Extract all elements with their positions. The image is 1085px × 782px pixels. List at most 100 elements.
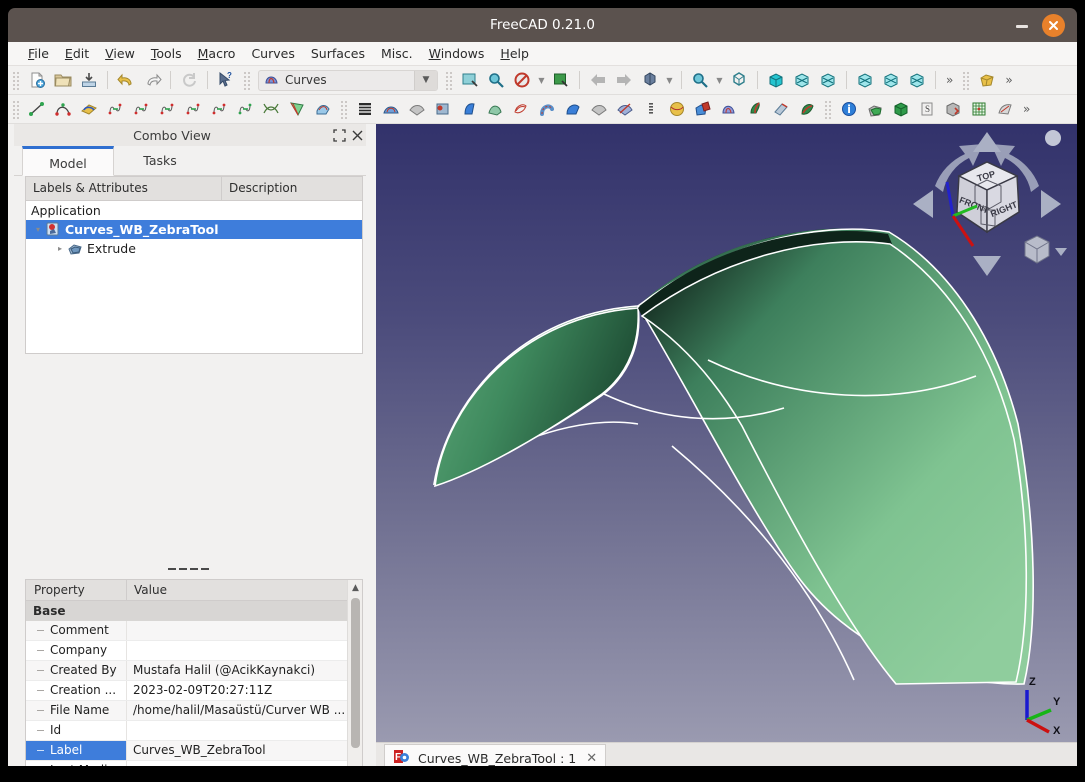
workbench-selector[interactable]: Curves ▼ [258, 69, 438, 91]
std-view-fit-all-icon[interactable] [457, 68, 483, 93]
nav-back-icon[interactable] [585, 68, 611, 93]
toolbar-overflow-1b[interactable]: » [1000, 73, 1017, 87]
menu-view[interactable]: View [97, 43, 143, 64]
std-view-fit-selection-icon[interactable] [483, 68, 509, 93]
property-row-last-modified-by[interactable]: Last Modi... [26, 761, 362, 766]
std-view-axonometric-icon[interactable] [637, 68, 663, 93]
approximate-icon[interactable] [180, 97, 206, 122]
property-value[interactable] [127, 641, 362, 660]
property-row-creation-date[interactable]: Creation ... 2023-02-09T20:27:11Z [26, 681, 362, 701]
open-document-icon[interactable] [50, 68, 76, 93]
discretize-icon[interactable] [154, 97, 180, 122]
zebra-tool-icon[interactable] [284, 97, 310, 122]
toolbar-grip[interactable] [824, 99, 833, 119]
shell-icon[interactable] [586, 97, 612, 122]
sphere-icon[interactable] [664, 97, 690, 122]
property-value[interactable]: /home/halil/Masaüstü/Curver WB ... [127, 701, 362, 720]
property-scrollbar[interactable]: ▲ ▼ [347, 580, 362, 766]
clipboard-icon[interactable]: S [914, 97, 940, 122]
view-right-icon[interactable] [815, 68, 841, 93]
property-value[interactable] [127, 761, 362, 766]
interpolate-icon[interactable] [206, 97, 232, 122]
property-value[interactable] [127, 721, 362, 740]
property-row-created-by[interactable]: Created By Mustafa Halil (@AcikKaynakci) [26, 661, 362, 681]
zoom-dropdown[interactable]: ▼ [713, 68, 726, 93]
menu-surfaces[interactable]: Surfaces [303, 43, 373, 64]
toolbar-overflow-2[interactable]: » [1018, 102, 1035, 116]
tree-item-extrude[interactable]: ▸ Extrude [26, 239, 362, 258]
whats-this-icon[interactable]: ? [213, 68, 239, 93]
grid-icon[interactable] [966, 97, 992, 122]
view-rear-icon[interactable] [852, 68, 878, 93]
draw-style-dropdown[interactable]: ▼ [535, 68, 548, 93]
tab-model[interactable]: Model [22, 146, 114, 176]
undo-icon[interactable] [113, 68, 139, 93]
property-value[interactable]: Mustafa Halil (@AcikKaynakci) [127, 661, 362, 680]
property-row-label[interactable]: Label Curves_WB_ZebraTool [26, 741, 362, 761]
view-front-icon[interactable] [763, 68, 789, 93]
toolbar-grip[interactable] [243, 70, 252, 90]
property-row-company[interactable]: Company [26, 641, 362, 661]
scrollbar-thumb[interactable] [351, 598, 360, 748]
toolbar-grip[interactable] [12, 70, 21, 90]
zebra-stripe-icon[interactable] [794, 97, 820, 122]
part-box-icon[interactable] [974, 68, 1000, 93]
toolbar-grip[interactable] [445, 70, 454, 90]
close-icon[interactable] [348, 126, 366, 144]
join-curve-icon[interactable] [102, 97, 128, 122]
zoom-icon[interactable] [687, 68, 713, 93]
curves-misc-icon[interactable] [716, 97, 742, 122]
line-icon[interactable] [24, 97, 50, 122]
std-view-box-zoom-icon[interactable] [548, 68, 574, 93]
blend-surface-icon[interactable] [560, 97, 586, 122]
menu-misc[interactable]: Misc. [373, 43, 421, 64]
export-icon[interactable] [940, 97, 966, 122]
menu-edit[interactable]: Edit [57, 43, 97, 64]
boolean-icon[interactable] [690, 97, 716, 122]
save-document-icon[interactable] [76, 68, 102, 93]
close-icon[interactable]: ✕ [586, 751, 597, 766]
paint-icon[interactable] [742, 97, 768, 122]
toolbar-grip[interactable] [12, 99, 21, 119]
close-icon[interactable] [1042, 14, 1065, 37]
info-icon[interactable] [836, 97, 862, 122]
menu-macro[interactable]: Macro [190, 43, 244, 64]
flatten-face-icon[interactable] [404, 97, 430, 122]
gordon-surface-icon[interactable] [508, 97, 534, 122]
menu-windows[interactable]: Windows [421, 43, 493, 64]
chevron-down-icon[interactable]: ▼ [414, 70, 437, 90]
split-curve-icon[interactable] [128, 97, 154, 122]
document-tab[interactable]: F Curves_WB_ZebraTool : 1 ✕ [384, 744, 607, 766]
menu-curves[interactable]: Curves [243, 43, 302, 64]
parametric-blend-icon[interactable] [232, 97, 258, 122]
axonometric-dropdown[interactable]: ▼ [663, 68, 676, 93]
tree-item-application[interactable]: Application [26, 201, 362, 220]
redo-icon[interactable] [139, 68, 165, 93]
menu-file[interactable]: File [20, 43, 57, 64]
view-top-icon[interactable] [789, 68, 815, 93]
view-bottom-icon[interactable] [878, 68, 904, 93]
menu-help[interactable]: Help [492, 43, 537, 64]
menu-tools[interactable]: Tools [143, 43, 190, 64]
comb-plot-icon[interactable] [258, 97, 284, 122]
cut-surface-icon[interactable] [612, 97, 638, 122]
toolbar-grip[interactable] [962, 70, 972, 90]
minimize-icon[interactable] [1015, 19, 1029, 31]
twisty-expanded-icon[interactable]: ▾ [31, 223, 45, 237]
pipeshell-icon[interactable] [482, 97, 508, 122]
view-left-icon[interactable] [904, 68, 930, 93]
3d-viewport[interactable]: TOP FRONT RIGHT Z Y X [376, 124, 1077, 742]
sequence-icon[interactable] [638, 97, 664, 122]
property-row-file-name[interactable]: File Name /home/halil/Masaüstü/Curver WB… [26, 701, 362, 721]
std-view-isometric-icon[interactable] [726, 68, 752, 93]
sketch-on-surface-icon[interactable] [378, 97, 404, 122]
property-value[interactable]: Curves_WB_ZebraTool [127, 741, 362, 760]
mesh-icon[interactable] [992, 97, 1018, 122]
panel-splitter[interactable] [168, 559, 214, 570]
eraser-icon[interactable] [768, 97, 794, 122]
sublink-icon[interactable] [310, 97, 336, 122]
refresh-icon[interactable] [176, 68, 202, 93]
extrude-icon[interactable] [862, 97, 888, 122]
property-row-comment[interactable]: Comment [26, 621, 362, 641]
solid-icon[interactable] [888, 97, 914, 122]
